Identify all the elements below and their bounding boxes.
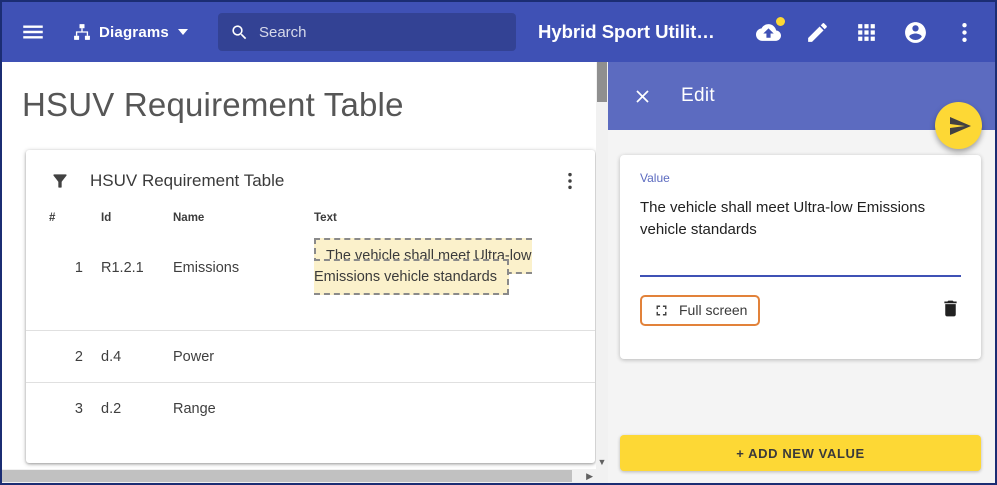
top-app-bar: Diagrams Hybrid Sport Utilit… xyxy=(2,2,995,62)
diagram-icon xyxy=(72,22,92,42)
trash-icon xyxy=(940,298,961,319)
document-title: Hybrid Sport Utilit… xyxy=(538,21,715,43)
table-header-row: # Id Name Text xyxy=(26,212,595,234)
vertical-scrollbar-thumb[interactable] xyxy=(597,62,607,102)
apps-grid-icon xyxy=(854,20,879,45)
kebab-icon xyxy=(952,20,977,45)
notification-badge xyxy=(776,17,785,26)
value-actions-row: Full screen xyxy=(640,295,961,326)
pencil-icon xyxy=(805,20,830,45)
fullscreen-button[interactable]: Full screen xyxy=(640,295,760,326)
add-new-value-button[interactable]: + ADD NEW VALUE xyxy=(620,435,981,471)
page-title: HSUV Requirement Table xyxy=(22,86,404,124)
apps-grid-button[interactable] xyxy=(854,20,879,45)
scrollbar-corner xyxy=(596,469,608,483)
table-row[interactable]: 3 d.2 Range xyxy=(26,382,595,434)
diagrams-label: Diagrams xyxy=(99,24,169,41)
column-header-text: Text xyxy=(314,212,595,224)
menu-icon[interactable] xyxy=(20,19,46,45)
value-field-label: Value xyxy=(640,171,961,185)
more-options-button[interactable] xyxy=(952,20,977,45)
cell-text: The vehicle shall meet Ultra-low Emissio… xyxy=(314,246,595,288)
send-arrow-icon xyxy=(948,114,972,138)
cell-id: d.2 xyxy=(101,401,173,417)
search-box[interactable] xyxy=(218,13,516,51)
cell-name: Range xyxy=(173,401,314,417)
close-button[interactable] xyxy=(632,86,653,107)
cell-num: 2 xyxy=(49,349,101,365)
table-title: HSUV Requirement Table xyxy=(90,171,284,191)
cell-name: Emissions xyxy=(173,246,314,276)
requirement-table-header: HSUV Requirement Table xyxy=(26,150,595,212)
table-row[interactable]: 2 d.4 Power xyxy=(26,330,595,382)
scroll-down-arrow-icon[interactable]: ▼ xyxy=(596,457,608,467)
cloud-upload-button[interactable] xyxy=(756,20,781,45)
filter-icon[interactable] xyxy=(50,171,70,191)
table-menu-button[interactable] xyxy=(559,170,581,192)
scroll-right-arrow-icon[interactable]: ▶ xyxy=(586,469,593,483)
requirements-table: # Id Name Text 1 R1.2.1 Emissions The ve… xyxy=(26,212,595,434)
table-row[interactable]: 1 R1.2.1 Emissions The vehicle shall mee… xyxy=(26,234,595,330)
horizontal-scrollbar[interactable]: ▶ xyxy=(2,469,596,483)
value-field-text[interactable]: The vehicle shall meet Ultra-low Emissio… xyxy=(640,197,961,241)
app-window: Diagrams Hybrid Sport Utilit… xyxy=(0,0,997,485)
close-icon xyxy=(632,86,653,107)
chevron-down-icon xyxy=(178,29,188,35)
kebab-icon xyxy=(559,170,581,192)
value-card: Value The vehicle shall meet Ultra-low E… xyxy=(620,155,981,359)
fullscreen-label: Full screen xyxy=(679,302,747,318)
column-header-num: # xyxy=(49,212,101,224)
submit-fab-button[interactable] xyxy=(935,102,982,149)
search-input[interactable] xyxy=(259,24,504,41)
diagrams-menu[interactable]: Diagrams xyxy=(72,22,188,42)
value-field-underline xyxy=(640,275,961,277)
edit-panel-title: Edit xyxy=(681,85,715,107)
column-header-name: Name xyxy=(173,212,314,224)
cell-id: d.4 xyxy=(101,349,173,365)
main-content: HSUV Requirement Table HSUV Requirement … xyxy=(2,62,608,483)
account-circle-icon xyxy=(903,20,928,45)
edit-panel: Edit Value The vehicle shall meet Ultra-… xyxy=(608,62,995,483)
selected-text-cell[interactable]: The vehicle shall meet Ultra-low Emissio… xyxy=(314,238,532,295)
topbar-actions xyxy=(756,20,977,45)
search-icon xyxy=(230,23,249,42)
column-header-id: Id xyxy=(101,212,173,224)
fullscreen-icon xyxy=(653,302,670,319)
horizontal-scrollbar-thumb[interactable] xyxy=(2,470,572,482)
vertical-scrollbar[interactable]: ▼ xyxy=(596,62,608,469)
cell-name: Power xyxy=(173,349,314,365)
delete-button[interactable] xyxy=(940,298,961,322)
account-button[interactable] xyxy=(903,20,928,45)
edit-pencil-button[interactable] xyxy=(805,20,830,45)
cell-num: 1 xyxy=(49,246,101,276)
cell-num: 3 xyxy=(49,401,101,417)
requirement-table-card: HSUV Requirement Table # Id Name Text 1 … xyxy=(26,150,595,463)
cell-id: R1.2.1 xyxy=(101,246,173,276)
